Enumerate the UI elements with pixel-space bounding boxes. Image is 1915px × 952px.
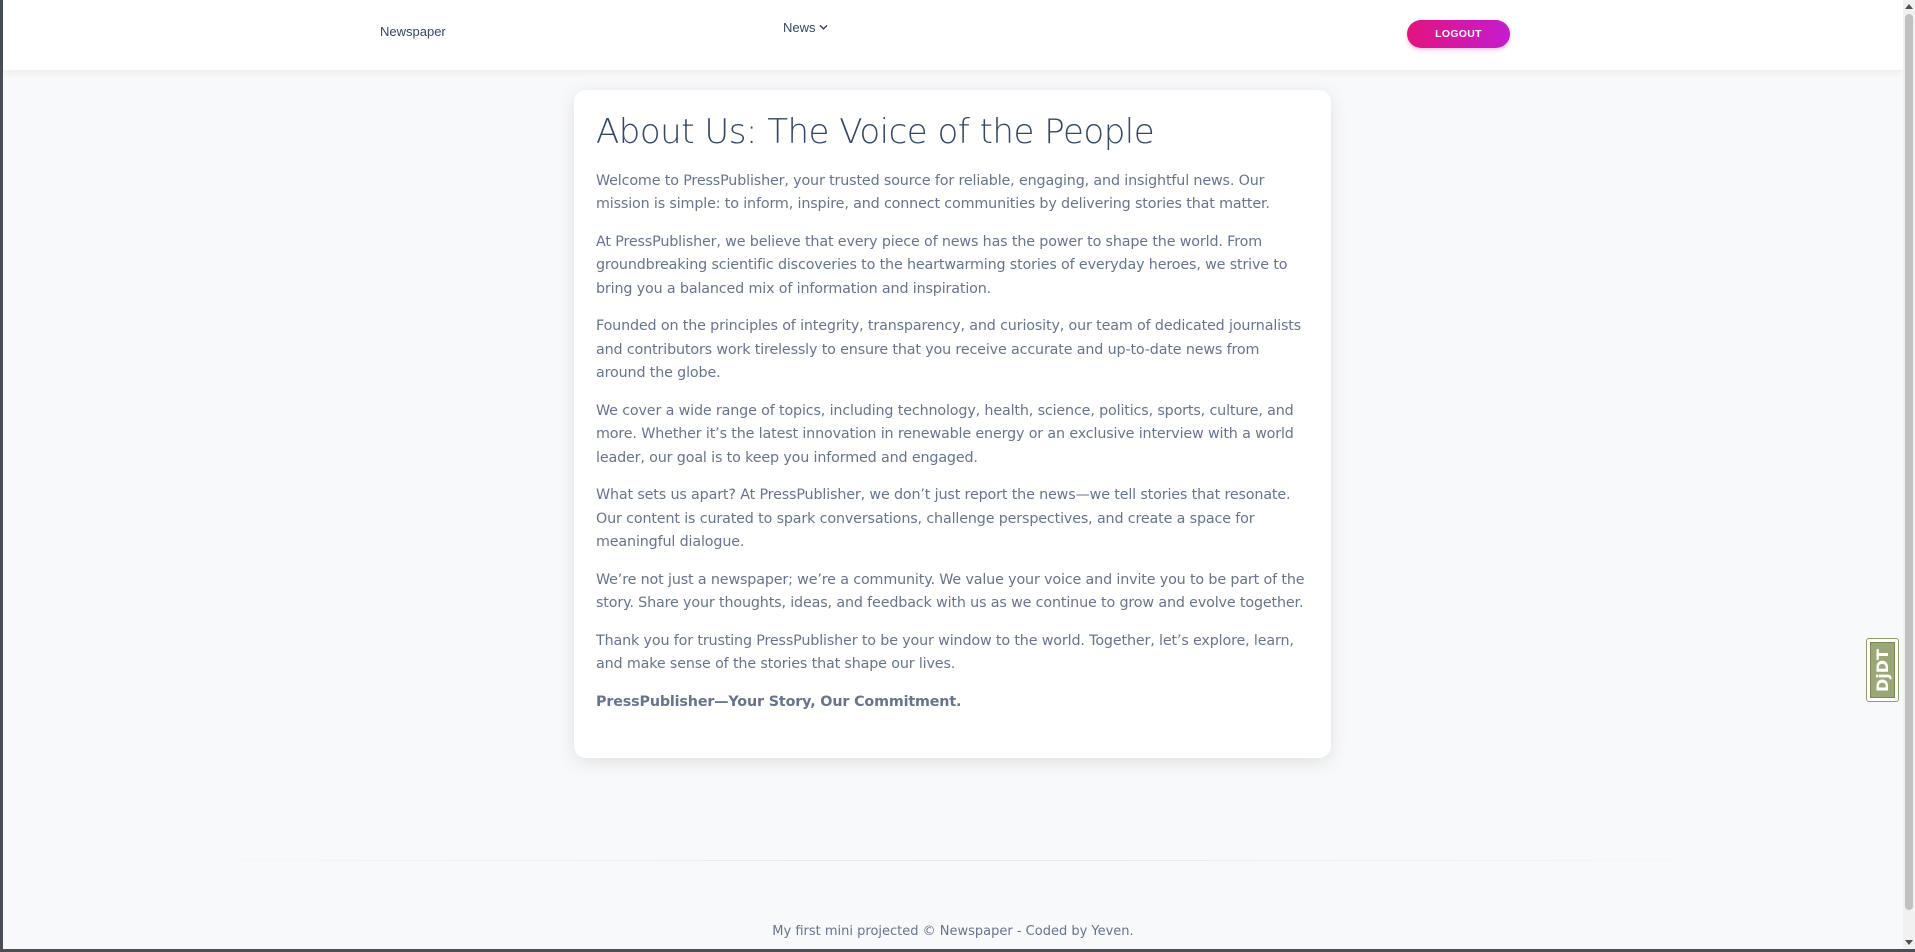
footer: My first mini projected © Newspaper - Co… — [3, 924, 1903, 939]
top-navbar: Newspaper News LOGOUT — [3, 0, 1903, 70]
about-paragraph: We’re not just a newspaper; we’re a comm… — [596, 571, 1305, 612]
debug-toolbar-badge: DjDT — [1870, 642, 1895, 698]
debug-toolbar-handle[interactable]: DjDT — [1866, 638, 1899, 702]
logout-button[interactable]: LOGOUT — [1407, 20, 1510, 48]
page-title: About Us: The Voice of the People — [596, 112, 1155, 152]
about-paragraph: Thank you for trusting PressPublisher to… — [596, 632, 1294, 673]
news-menu-label: News — [783, 20, 816, 35]
brand-link[interactable]: Newspaper — [380, 24, 446, 39]
chevron-down-icon — [819, 24, 827, 30]
scroll-up-arrow-icon[interactable] — [1905, 4, 1913, 9]
scroll-down-arrow-icon[interactable] — [1905, 940, 1913, 945]
news-dropdown-toggle[interactable]: News — [783, 20, 828, 35]
about-paragraph: At PressPublisher, we believe that every… — [596, 233, 1288, 297]
footer-text: My first mini projected © Newspaper - Co… — [772, 924, 1134, 939]
about-card: About Us: The Voice of the People Welcom… — [574, 90, 1331, 758]
footer-divider — [130, 860, 1780, 861]
about-paragraph: Welcome to PressPublisher, your trusted … — [596, 172, 1270, 213]
about-paragraph: We cover a wide range of topics, includi… — [596, 402, 1294, 466]
about-tagline: PressPublisher—Your Story, Our Commitmen… — [596, 693, 962, 710]
debug-toolbar-label: DjDT — [1873, 648, 1892, 692]
scroll-thumb[interactable] — [1905, 14, 1913, 910]
page-scrollbar[interactable] — [1903, 0, 1915, 949]
about-paragraph: What sets us apart? At PressPublisher, w… — [596, 487, 1291, 551]
window-frame-left — [0, 0, 3, 952]
about-paragraph: Founded on the principles of integrity, … — [596, 318, 1302, 382]
